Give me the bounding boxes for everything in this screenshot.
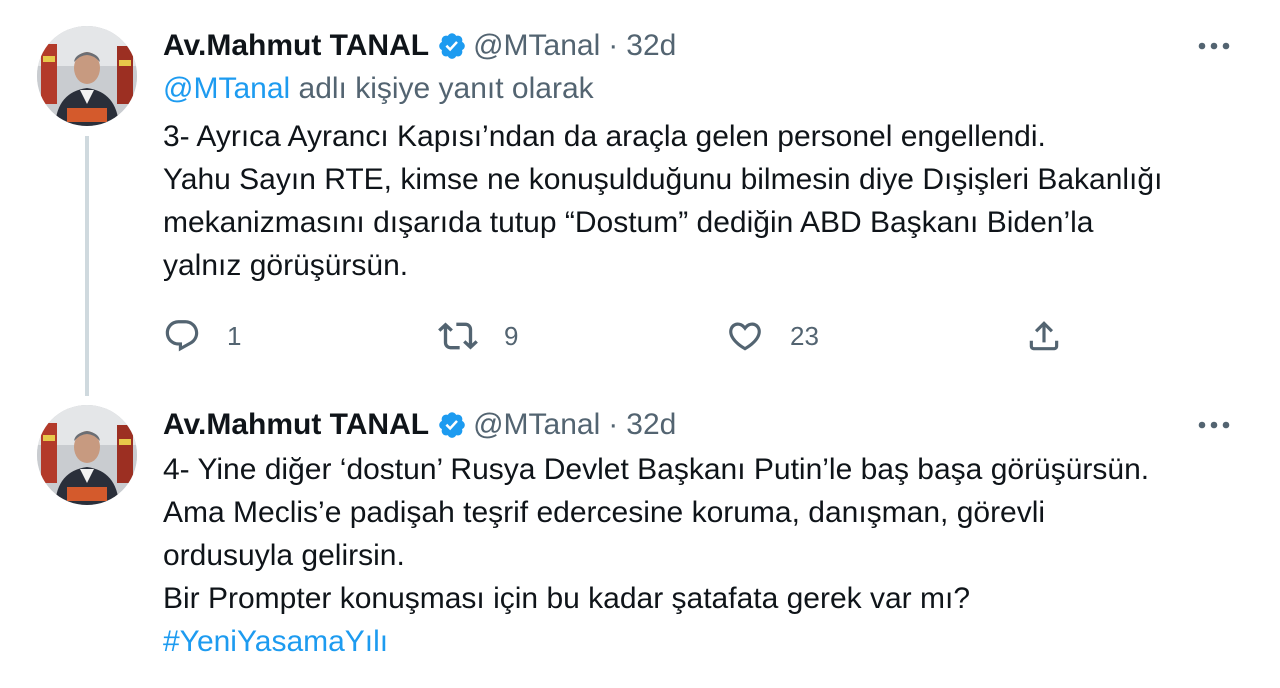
tweet-text: 4- Yine diğer ‘dostun’ Rusya Devlet Başk… xyxy=(163,448,1233,663)
avatar[interactable] xyxy=(37,405,137,505)
hashtag-link[interactable]: #YeniYasamaYılı xyxy=(163,620,1233,663)
tweet[interactable]: Av.Mahmut TANAL @MTanal · 32d @MTanal ad… xyxy=(0,0,1280,396)
like-count: 23 xyxy=(790,320,819,351)
like-icon xyxy=(726,317,764,355)
tweet[interactable]: Av.Mahmut TANAL @MTanal · 32d 4- Yine di… xyxy=(0,395,1280,688)
reply-context-text: adlı kişiye yanıt olarak xyxy=(290,72,594,105)
share-button[interactable] xyxy=(1025,313,1063,359)
author-name[interactable]: Av.Mahmut TANAL xyxy=(163,408,429,442)
tweet-timestamp[interactable]: 32d xyxy=(626,29,676,63)
tweet-text-line: Bir Prompter konuşması için bu kadar şat… xyxy=(163,582,971,615)
reply-icon xyxy=(163,317,201,355)
avatar[interactable] xyxy=(37,26,137,126)
author-handle[interactable]: @MTanal xyxy=(473,29,600,63)
tweet-text-line: mekanizmasını dışarıda tutup “Dostum” de… xyxy=(163,206,1094,239)
reply-count: 1 xyxy=(227,320,242,351)
thread-connector xyxy=(85,136,89,396)
separator-dot: · xyxy=(608,408,619,441)
separator-dot: · xyxy=(608,29,619,62)
tweet-text-line: yalnız görüşürsün. xyxy=(163,249,409,282)
reply-context: @MTanal adlı kişiye yanıt olarak xyxy=(163,72,594,106)
retweet-button[interactable]: 9 xyxy=(438,313,518,359)
reply-thread: Av.Mahmut TANAL @MTanal · 32d @MTanal ad… xyxy=(0,0,1280,688)
tweet-text-line: 4- Yine diğer ‘dostun’ Rusya Devlet Başk… xyxy=(163,453,1150,486)
more-options-icon[interactable] xyxy=(1194,405,1234,445)
like-button[interactable]: 23 xyxy=(726,313,819,359)
retweet-count: 9 xyxy=(504,320,519,351)
reply-button[interactable]: 1 xyxy=(163,313,241,359)
tweet-header: Av.Mahmut TANAL @MTanal · 32d xyxy=(163,405,676,445)
verified-badge-icon xyxy=(437,410,467,440)
reply-mention-link[interactable]: @MTanal xyxy=(163,72,290,105)
tweet-text-line: 3- Ayrıca Ayrancı Kapısı’ndan da araçla … xyxy=(163,120,1046,153)
author-name[interactable]: Av.Mahmut TANAL xyxy=(163,29,429,63)
verified-badge-icon xyxy=(437,31,467,61)
tweet-timestamp[interactable]: 32d xyxy=(626,408,676,442)
share-icon xyxy=(1025,317,1063,355)
tweet-text-line: Yahu Sayın RTE, kimse ne konuşulduğunu b… xyxy=(163,163,1163,196)
tweet-text-line: ordusuyla gelirsin. xyxy=(163,539,405,572)
tweet-actions: 1 9 23 xyxy=(163,313,1063,359)
tweet-text: 3- Ayrıca Ayrancı Kapısı’ndan da araçla … xyxy=(163,115,1233,287)
retweet-icon xyxy=(438,316,478,356)
more-options-icon[interactable] xyxy=(1194,26,1234,66)
author-handle[interactable]: @MTanal xyxy=(473,408,600,442)
tweet-header: Av.Mahmut TANAL @MTanal · 32d xyxy=(163,26,676,66)
tweet-text-line: Ama Meclis’e padişah teşrif edercesine k… xyxy=(163,496,1046,529)
